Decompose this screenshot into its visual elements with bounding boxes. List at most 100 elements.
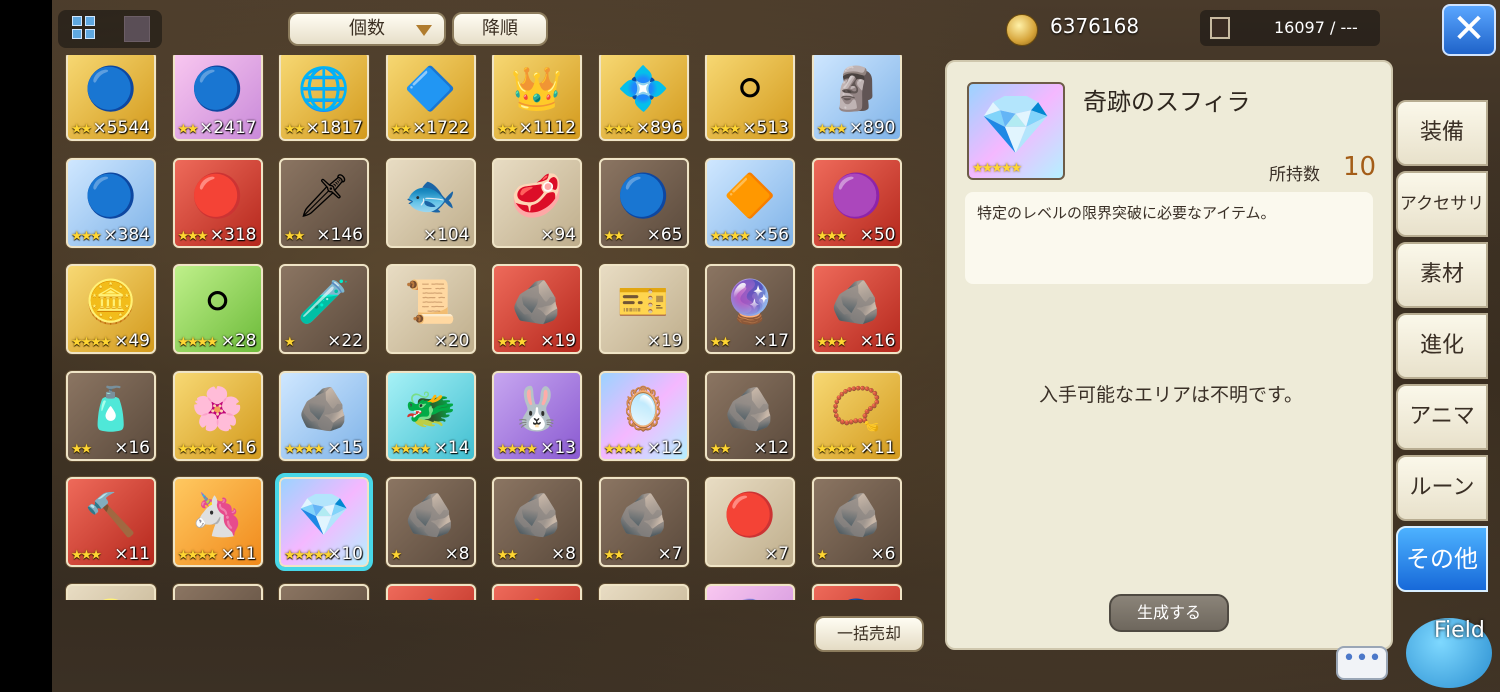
item-quantity: ×13	[540, 437, 576, 458]
inventory-item[interactable]: 🟣 ★★★ ×50	[811, 157, 902, 248]
item-stars: ★	[390, 548, 403, 563]
inventory-item[interactable]: 🪨 ★★ ×7	[598, 477, 689, 567]
inventory-item[interactable]: 🔶 ★★★★ ×56	[705, 157, 795, 248]
item-quantity: ×65	[646, 224, 683, 245]
inventory-item[interactable]: 🪨 ★★★ ×16	[811, 264, 902, 354]
item-art-icon: ⚪	[199, 277, 236, 327]
inventory-item[interactable]: 🪞 ★★★★ ×12	[598, 370, 689, 461]
inventory-item[interactable]: 🌐 ★★ ×1817	[279, 55, 369, 141]
inventory-item[interactable]: 🗡 ★★ ×146	[279, 157, 369, 248]
tab-evolution[interactable]: 進化	[1396, 313, 1488, 379]
inventory-item[interactable]: 🎫 ×19	[598, 264, 689, 354]
inventory-item[interactable]: 🔵	[811, 583, 902, 600]
close-button[interactable]: ✕	[1442, 4, 1496, 56]
grid-view-button[interactable]	[72, 16, 98, 42]
inventory-item[interactable]: 💠 ★★★ ×896	[598, 55, 689, 141]
inventory-item[interactable]: 🪨 ★★ ×12	[705, 370, 795, 461]
tab-rune[interactable]: ルーン	[1396, 455, 1488, 521]
item-art-icon: 🥩	[510, 170, 564, 220]
item-quantity: ×896	[635, 118, 683, 138]
inventory-item[interactable]: 🪨 ★★★★ ×15	[279, 370, 369, 461]
inventory-item[interactable]: 🔵 ★★★ ×384	[66, 157, 156, 248]
item-art-icon: 🔵	[191, 64, 244, 114]
list-view-button[interactable]	[124, 16, 150, 42]
sphira-crystal-icon: 💎	[979, 90, 1053, 159]
sort-order-button[interactable]: 降順	[452, 12, 548, 46]
inventory-item[interactable]: 🪨 ★★★ ×19	[492, 264, 582, 354]
inventory-item[interactable]: 👑 ★★ ×1112	[492, 55, 582, 141]
item-stars: ★★★★	[177, 441, 219, 457]
inventory-item[interactable]: 🪙	[66, 583, 156, 600]
item-stars: ★★★	[177, 228, 209, 244]
inventory-item[interactable]: 🔶	[492, 583, 582, 600]
inventory-item[interactable]: ⚪ ★★★★ ×28	[172, 264, 263, 354]
item-stars: ★★★	[816, 122, 848, 137]
item-quantity: ×8	[550, 544, 576, 564]
inventory-item[interactable]: 📜 ×20	[385, 264, 476, 354]
item-quantity: ×7	[763, 544, 789, 564]
inventory-item[interactable]: 🔵 ★★ ×65	[598, 157, 689, 248]
tab-equipment[interactable]: 装備	[1396, 100, 1488, 166]
inventory-item[interactable]: 🔮	[705, 583, 795, 600]
item-art-icon: 🪨	[510, 277, 564, 327]
generate-button[interactable]: 生成する	[1109, 594, 1229, 632]
inventory-item[interactable]: 🔴 ×7	[705, 477, 795, 567]
obtainable-area-text: 入手可能なエリアは不明です。	[1038, 384, 1304, 406]
inventory-item[interactable]: 🐰 ★★★★ ×13	[492, 370, 582, 461]
item-quantity: ×5544	[92, 118, 150, 138]
item-stars: ★★★★	[177, 335, 219, 350]
item-quantity: ×19	[540, 331, 576, 351]
item-art-icon: 🔨	[84, 490, 138, 540]
tab-material[interactable]: 素材	[1396, 242, 1488, 308]
inventory-item[interactable]: ⚪	[172, 583, 263, 600]
item-stars: ★	[284, 335, 296, 350]
inventory-item[interactable]: 🧪 ★ ×22	[279, 264, 369, 354]
item-quantity: ×1817	[305, 118, 363, 138]
sort-key-dropdown[interactable]: 個数	[288, 12, 446, 46]
item-quantity: ×11	[220, 544, 257, 564]
tab-other[interactable]: その他	[1396, 526, 1488, 592]
inventory-item[interactable]: ⚪ ★★★ ×513	[705, 55, 795, 141]
item-art-icon: 💎	[297, 490, 351, 540]
inventory-item[interactable]: 🔷	[385, 583, 476, 600]
inventory-item[interactable]: 🔵 ★★ ×5544	[66, 55, 156, 141]
item-art-icon: 👑	[510, 64, 564, 114]
item-art-icon: 🔵	[617, 170, 670, 220]
inventory-item[interactable]: 🗿 ★★★ ×890	[811, 55, 902, 141]
item-quantity: ×94	[540, 224, 576, 245]
inventory-item[interactable]: 🔵 ★★ ×2417	[172, 55, 263, 141]
item-stars: ★★	[710, 335, 731, 350]
bulk-sell-button[interactable]: 一括売却	[814, 616, 924, 652]
inventory-item[interactable]: 🔷 ★★ ×1722	[385, 55, 476, 141]
inventory-item[interactable]: 🔨 ★★★ ×11	[66, 477, 156, 567]
inventory-item[interactable]: 🪙 ★★★★ ×49	[66, 264, 156, 354]
item-stars: ★★★★★	[284, 548, 334, 563]
tab-accessory[interactable]: アクセサリ	[1396, 171, 1488, 237]
item-grid[interactable]: 🔵 ★★ ×5544 🔵 ★★ ×2417 🌐 ★★ ×1817 🔷 ★★ ×1722 👑 ★★ ×1112…	[60, 55, 902, 600]
inventory-item[interactable]: 🪨 ★★ ×8	[492, 477, 582, 567]
inventory-item[interactable]: 🌸 ★★★★ ×16	[172, 370, 263, 461]
inventory-item[interactable]: 📿 ★★★★ ×11	[811, 370, 902, 461]
inventory-item[interactable]: 🪨 ★ ×6	[811, 477, 902, 567]
inventory-item[interactable]: 🪨 ★ ×8	[385, 477, 476, 567]
item-art-icon: 🪞	[617, 383, 670, 433]
sort-order-label: 降順	[482, 18, 518, 39]
owned-label: 所持数	[1269, 165, 1320, 185]
inventory-item[interactable]: 🐟 ×104	[385, 157, 476, 248]
inventory-item[interactable]: 🧴 ★★ ×16	[66, 370, 156, 461]
inventory-item[interactable]: 🔴 ★★★ ×318	[172, 157, 263, 248]
inventory-item[interactable]: 🗡	[598, 583, 689, 600]
inventory-item[interactable]: 🦄 ★★★★ ×11	[172, 477, 263, 567]
inventory-item[interactable]: ⚪	[279, 583, 369, 600]
inventory-item[interactable]: 🥩 ×94	[492, 157, 582, 248]
tab-anima[interactable]: アニマ	[1396, 384, 1488, 450]
field-mascot-button[interactable]: Field	[1398, 600, 1500, 692]
item-quantity: ×12	[753, 437, 789, 458]
item-quantity: ×1722	[411, 118, 470, 138]
inventory-item[interactable]: 💎 ★★★★★ ×10	[275, 473, 373, 571]
field-label: Field	[1434, 618, 1485, 643]
inventory-item[interactable]: 🐲 ★★★★ ×14	[385, 370, 476, 461]
inventory-item[interactable]: 🔮 ★★ ×17	[705, 264, 795, 354]
chat-button[interactable]: •••	[1336, 646, 1388, 680]
dropdown-arrow-icon	[416, 25, 432, 36]
